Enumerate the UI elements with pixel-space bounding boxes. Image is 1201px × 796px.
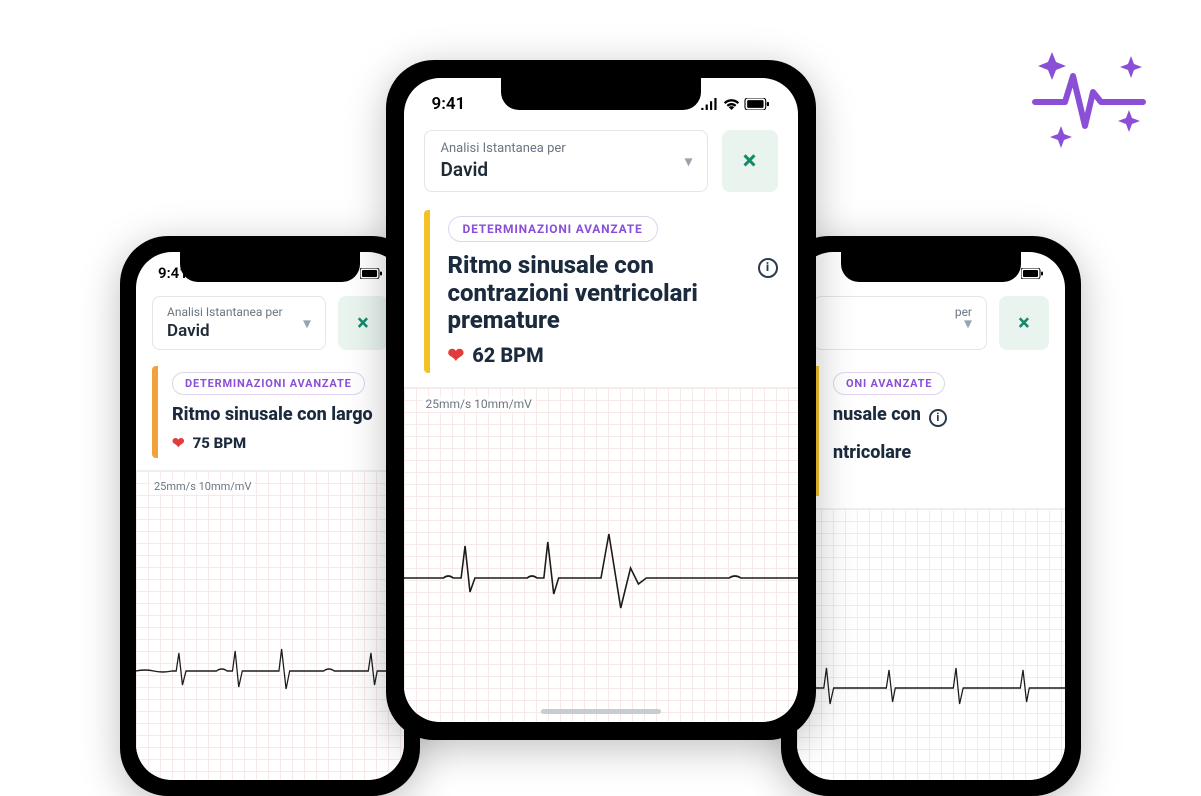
ecg-scale-label: 25mm/s 10mm/mV — [150, 479, 255, 494]
status-time: 9:41 — [432, 94, 466, 114]
heart-icon: ❤ — [448, 343, 465, 367]
advanced-determinations-badge: DETERMINAZIONI AVANZATE — [448, 216, 658, 242]
patient-select-label: Analisi Istantanea per — [441, 141, 691, 156]
bpm-value: 62 BPM — [472, 343, 543, 367]
status-icons — [701, 98, 770, 110]
bpm-value: 75 BPM — [193, 434, 247, 452]
heart-icon: ❤ — [172, 434, 185, 452]
bpm-row: ❤ 62 BPM — [448, 343, 778, 367]
determination-card: DETERMINAZIONI AVANZATE Ritmo sinusale c… — [424, 210, 778, 373]
ecg-chart[interactable]: 25mm/s 10mm/mV — [136, 470, 404, 780]
info-icon[interactable]: i — [758, 258, 778, 278]
ecg-chart[interactable]: 25mm/s 10mm/mV — [404, 387, 798, 722]
close-icon: × — [357, 311, 369, 336]
close-button[interactable]: × — [338, 296, 388, 350]
ecg-scale-label: 25mm/s 10mm/mV — [422, 396, 536, 412]
status-icons — [321, 268, 382, 279]
phone-mockup-right: 9:41 per ▾ × ONI AVANZATE nusale con i — [781, 236, 1081, 796]
advanced-determinations-badge: DETERMINAZIONI AVANZATE — [172, 372, 365, 395]
close-icon: × — [1018, 311, 1030, 336]
chevron-down-icon: ▾ — [303, 314, 311, 333]
determination-title: nusale con i — [833, 405, 1049, 427]
status-bar: 9:41 — [797, 252, 1065, 288]
phone-mockup-center: 9:41 Analisi Istantanea per David ▾ × DE… — [386, 60, 816, 740]
ecg-chart[interactable] — [797, 508, 1065, 780]
patient-select[interactable]: Analisi Istantanea per David ▾ — [152, 296, 326, 350]
close-button[interactable]: × — [722, 130, 778, 192]
status-icons — [982, 268, 1043, 279]
patient-select-value: David — [441, 158, 691, 181]
patient-select[interactable]: Analisi Istantanea per David ▾ — [424, 130, 708, 192]
status-bar: 9:41 — [404, 78, 798, 122]
patient-select-value: David — [167, 321, 311, 341]
determination-card: DETERMINAZIONI AVANZATE Ritmo sinusale c… — [152, 366, 388, 458]
chevron-down-icon: ▾ — [964, 314, 972, 333]
home-indicator — [541, 709, 661, 714]
patient-select-label: per — [828, 305, 972, 319]
info-icon[interactable]: i — [929, 409, 947, 427]
determination-subtitle: ntricolare — [833, 443, 1049, 464]
status-time: 9:41 — [158, 264, 188, 282]
determination-title: Ritmo sinusale con largo — [172, 405, 388, 426]
patient-select-label: Analisi Istantanea per — [167, 305, 311, 319]
patient-select-value — [828, 321, 972, 341]
phone-mockup-left: 9:41 Analisi Istantanea per David ▾ × DE… — [120, 236, 420, 796]
status-bar: 9:41 — [136, 252, 404, 288]
patient-select[interactable]: per ▾ — [813, 296, 987, 350]
chevron-down-icon: ▾ — [684, 152, 692, 171]
close-button[interactable]: × — [999, 296, 1049, 350]
bpm-row: ❤ 75 BPM — [172, 434, 388, 452]
close-icon: × — [743, 146, 757, 176]
determination-title: Ritmo sinusale con contrazioni ventricol… — [448, 252, 778, 335]
determination-card: ONI AVANZATE nusale con i ntricolare ❤ - — [813, 366, 1049, 496]
advanced-determinations-badge: ONI AVANZATE — [833, 372, 945, 395]
brand-sparkle-logo — [1027, 48, 1147, 148]
